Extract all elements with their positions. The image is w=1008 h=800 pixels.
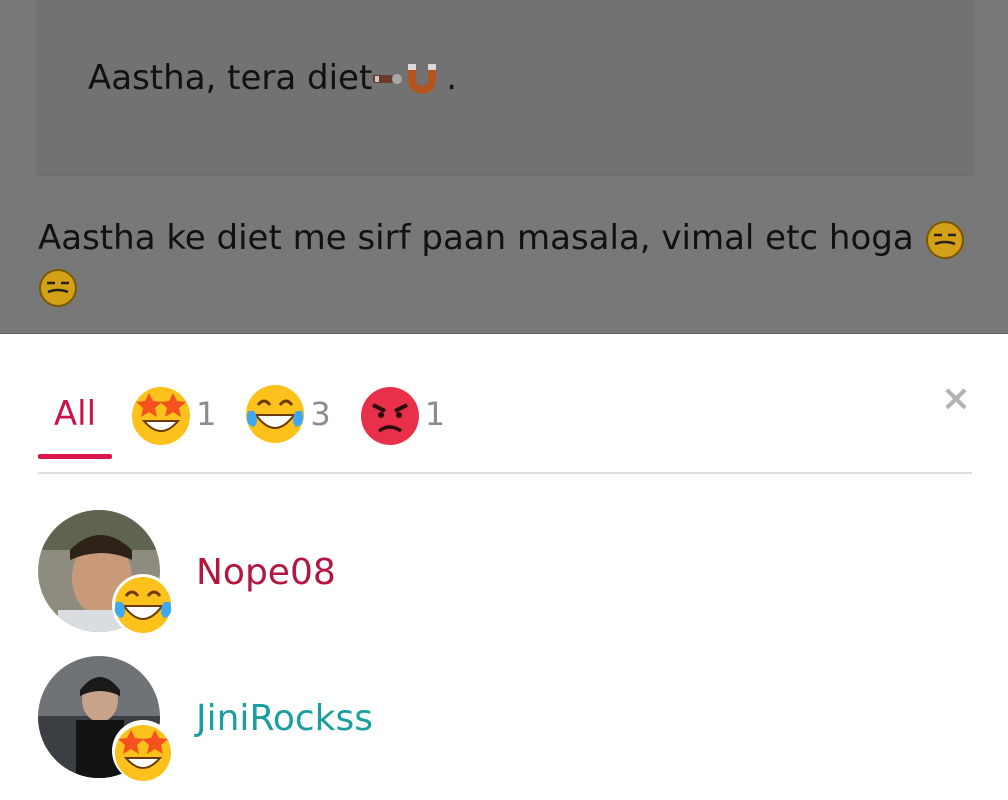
tears-of-joy-emoji-icon — [246, 385, 305, 443]
reaction-user-row[interactable]: JiniRockss — [38, 656, 972, 782]
tab-angry[interactable]: 1 — [357, 382, 445, 446]
tab-all[interactable]: All — [38, 382, 112, 459]
magnet-icon — [408, 64, 437, 94]
username[interactable]: Nope08 — [196, 552, 336, 593]
angry-face-emoji-icon — [360, 387, 419, 445]
quote-text: Aastha, tera diet — [88, 58, 373, 98]
reactions-sheet: All 1 3 1 × Nope08 JiniRockss — [0, 333, 1008, 800]
angry-count: 1 — [424, 395, 446, 433]
tab-tears-of-joy[interactable]: 3 — [242, 382, 331, 446]
cigarette-icon — [373, 74, 403, 84]
quoted-message: Aastha, tera diet . — [36, 0, 974, 176]
avatar-container — [38, 510, 178, 636]
tab-all-label: All — [53, 394, 97, 434]
tears-of-joy-badge-icon — [112, 574, 174, 636]
tabs-divider — [38, 472, 972, 474]
star-struck-emoji-icon — [132, 387, 190, 445]
post-body: Aastha ke diet me sirf paan masala, vima… — [38, 214, 968, 310]
username[interactable]: JiniRockss — [196, 698, 373, 739]
star-struck-badge-icon — [112, 720, 174, 782]
avatar-container — [38, 656, 178, 782]
dimmed-post-background: Aastha, tera diet . Aastha ke diet me si… — [0, 0, 1008, 334]
quoted-message-text: Aastha, tera diet . — [88, 58, 457, 98]
tears-of-joy-count: 3 — [310, 395, 331, 433]
unamused-face-icon — [925, 220, 964, 259]
close-icon[interactable]: × — [940, 378, 972, 419]
quote-suffix: . — [446, 58, 458, 98]
unamused-face-icon — [39, 268, 77, 307]
selected-tab-indicator — [38, 454, 112, 459]
reaction-user-row[interactable]: Nope08 — [38, 510, 972, 636]
post-body-text: Aastha ke diet me sirf paan masala, vima… — [38, 218, 914, 258]
close-glyph: × — [940, 377, 972, 419]
tab-star-struck[interactable]: 1 — [128, 382, 216, 446]
reaction-tabs: All 1 3 1 — [38, 382, 471, 462]
star-struck-count: 1 — [196, 395, 217, 433]
